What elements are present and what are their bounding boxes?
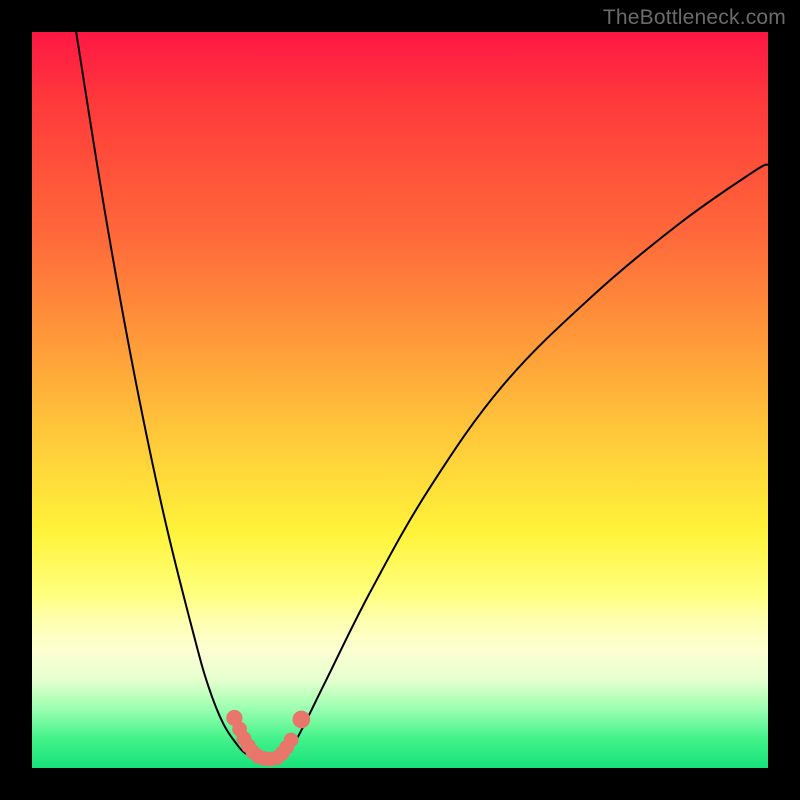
curve-svg	[32, 32, 768, 768]
marker-dot	[284, 733, 299, 748]
bottleneck-curve	[76, 32, 768, 761]
chart-frame: TheBottleneck.com	[0, 0, 800, 800]
watermark-text: TheBottleneck.com	[603, 6, 786, 30]
plot-area	[32, 32, 768, 768]
marker-dot	[293, 711, 311, 729]
